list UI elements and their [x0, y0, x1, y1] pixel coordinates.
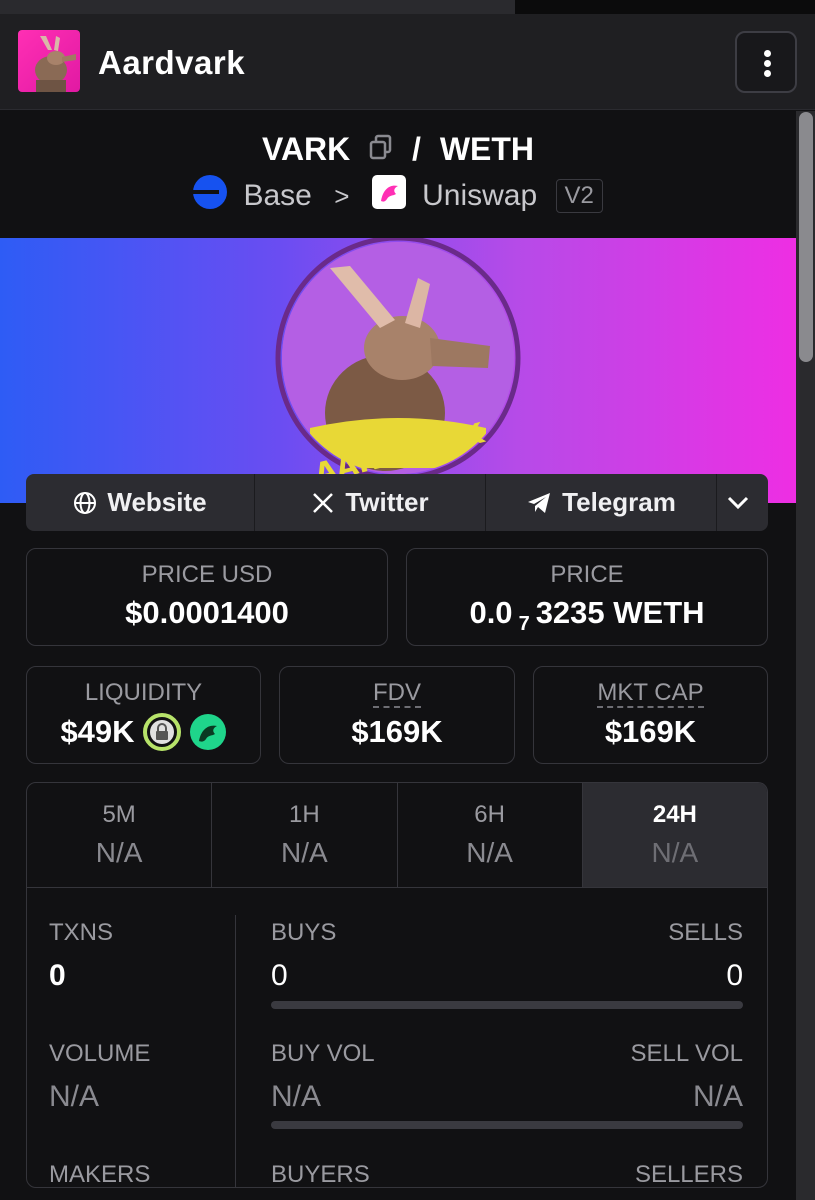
makers-label: MAKERS	[49, 1161, 151, 1188]
telegram-link[interactable]: Telegram	[486, 474, 717, 531]
tab-6h[interactable]: 6H N/A	[398, 783, 583, 887]
liquidity-value: $49K	[60, 714, 135, 749]
twitter-label: Twitter	[345, 487, 429, 517]
chain-breadcrumb: Base > Uniswap V2	[0, 175, 796, 217]
price-native-zeros: 7	[518, 613, 530, 636]
dex-name[interactable]: Uniswap	[422, 179, 537, 213]
sells-value: 0	[726, 959, 743, 992]
uniswap-icon	[371, 175, 406, 217]
x-icon	[313, 492, 334, 513]
volume-label: VOLUME	[49, 1040, 151, 1067]
timeframe-tabs: 5M N/A 1H N/A 6H N/A 24H N/A	[27, 783, 767, 888]
tab-6h-value: N/A	[466, 837, 513, 868]
base-chain-icon	[193, 175, 228, 217]
tab-5m-label: 5M	[102, 801, 136, 828]
website-label: Website	[107, 487, 207, 517]
price-usd-label: PRICE USD	[141, 561, 273, 588]
globe-icon	[74, 491, 97, 514]
price-native-value: 0.0 7 3235 WETH	[407, 595, 767, 636]
price-native-rest: 3235 WETH	[535, 595, 705, 630]
sell-vol-label: SELL VOL	[630, 1040, 743, 1067]
buys-value: 0	[271, 959, 288, 992]
browser-top-strip	[0, 0, 815, 14]
kebab-dot-icon	[764, 70, 771, 77]
expand-links-button[interactable]	[717, 474, 768, 531]
tab-24h-value: N/A	[651, 837, 699, 868]
liquidity-row: $49K	[27, 713, 260, 751]
telegram-icon	[528, 492, 551, 513]
app-header: Aardvark	[0, 14, 815, 110]
fdv-label[interactable]: FDV	[373, 680, 421, 708]
pair-title: VARK / WETH	[0, 129, 796, 168]
stats-grid: TXNS 0 BUYS SELLS 0 0 VOLUME N/A BUY VOL…	[27, 889, 767, 1188]
fdv-card: FDV $169K	[279, 666, 515, 764]
txns-value: 0	[49, 959, 66, 992]
volume-bar	[271, 1121, 743, 1129]
price-native-label: PRICE	[550, 561, 624, 588]
chain-name[interactable]: Base	[243, 179, 311, 213]
twitter-link[interactable]: Twitter	[255, 474, 486, 531]
lock-icon[interactable]	[142, 713, 181, 751]
social-links: Website Twitter Telegram	[26, 474, 768, 531]
website-link[interactable]: Website	[26, 474, 255, 531]
tab-strip	[0, 0, 515, 14]
buys-label: BUYS	[271, 919, 337, 946]
sell-vol-value: N/A	[692, 1080, 743, 1113]
liquidity-card: LIQUIDITY $49K	[26, 666, 261, 764]
token-logo	[18, 30, 80, 92]
banner-logo: AARDVARK	[275, 235, 521, 490]
tab-1h-value: N/A	[281, 837, 328, 868]
kebab-dot-icon	[764, 60, 771, 67]
scrollbar-thumb[interactable]	[799, 112, 813, 362]
buyers-label: BUYERS	[271, 1161, 370, 1188]
more-menu-button[interactable]	[735, 31, 797, 93]
chevron-down-icon	[727, 496, 748, 509]
base-symbol: VARK	[261, 131, 351, 168]
mkt-cap-label[interactable]: MKT CAP	[597, 680, 704, 708]
version-badge: V2	[555, 179, 603, 213]
liquidity-label: LIQUIDITY	[84, 679, 203, 706]
buy-vol-value: N/A	[271, 1080, 322, 1113]
pair-separator: /	[412, 131, 421, 168]
buys-sells-bar	[271, 1001, 743, 1009]
stats-divider	[235, 915, 236, 1187]
tab-24h[interactable]: 24H N/A	[582, 783, 767, 887]
fdv-value: $169K	[351, 714, 443, 749]
buy-vol-label: BUY VOL	[271, 1040, 375, 1067]
copy-icon[interactable]	[369, 131, 393, 168]
telegram-label: Telegram	[562, 487, 676, 517]
price-usd-card: PRICE USD $0.0001400	[26, 548, 388, 646]
token-name: Aardvark	[98, 44, 246, 81]
sellers-label: SELLERS	[634, 1161, 743, 1188]
tab-5m[interactable]: 5M N/A	[27, 783, 213, 887]
token-banner: AARDVARK	[0, 235, 796, 503]
kebab-dot-icon	[764, 50, 771, 57]
volume-value: N/A	[49, 1080, 100, 1113]
tab-5m-value: N/A	[95, 837, 143, 868]
tab-1h-label: 1H	[289, 801, 320, 828]
tab-6h-label: 6H	[474, 801, 505, 828]
price-usd-value: $0.0001400	[125, 595, 289, 630]
price-native-prefix: 0.0	[469, 595, 513, 630]
pair-bar: VARK / WETH Base > Uniswap V2	[0, 111, 796, 238]
tab-1h[interactable]: 1H N/A	[212, 783, 398, 887]
timeframe-panel: 5M N/A 1H N/A 6H N/A 24H N/A TXNS 0 BUYS SEL…	[26, 782, 768, 1188]
tab-24h-label: 24H	[652, 801, 697, 828]
breadcrumb-arrow: >	[334, 180, 350, 211]
quote-symbol: WETH	[439, 131, 535, 168]
uniswap-badge-icon[interactable]	[189, 713, 227, 751]
mkt-cap-card: MKT CAP $169K	[533, 666, 768, 764]
price-native-card: PRICE 0.0 7 3235 WETH	[406, 548, 768, 646]
mkt-cap-value: $169K	[604, 714, 697, 749]
txns-label: TXNS	[49, 919, 114, 946]
sells-label: SELLS	[668, 919, 743, 946]
